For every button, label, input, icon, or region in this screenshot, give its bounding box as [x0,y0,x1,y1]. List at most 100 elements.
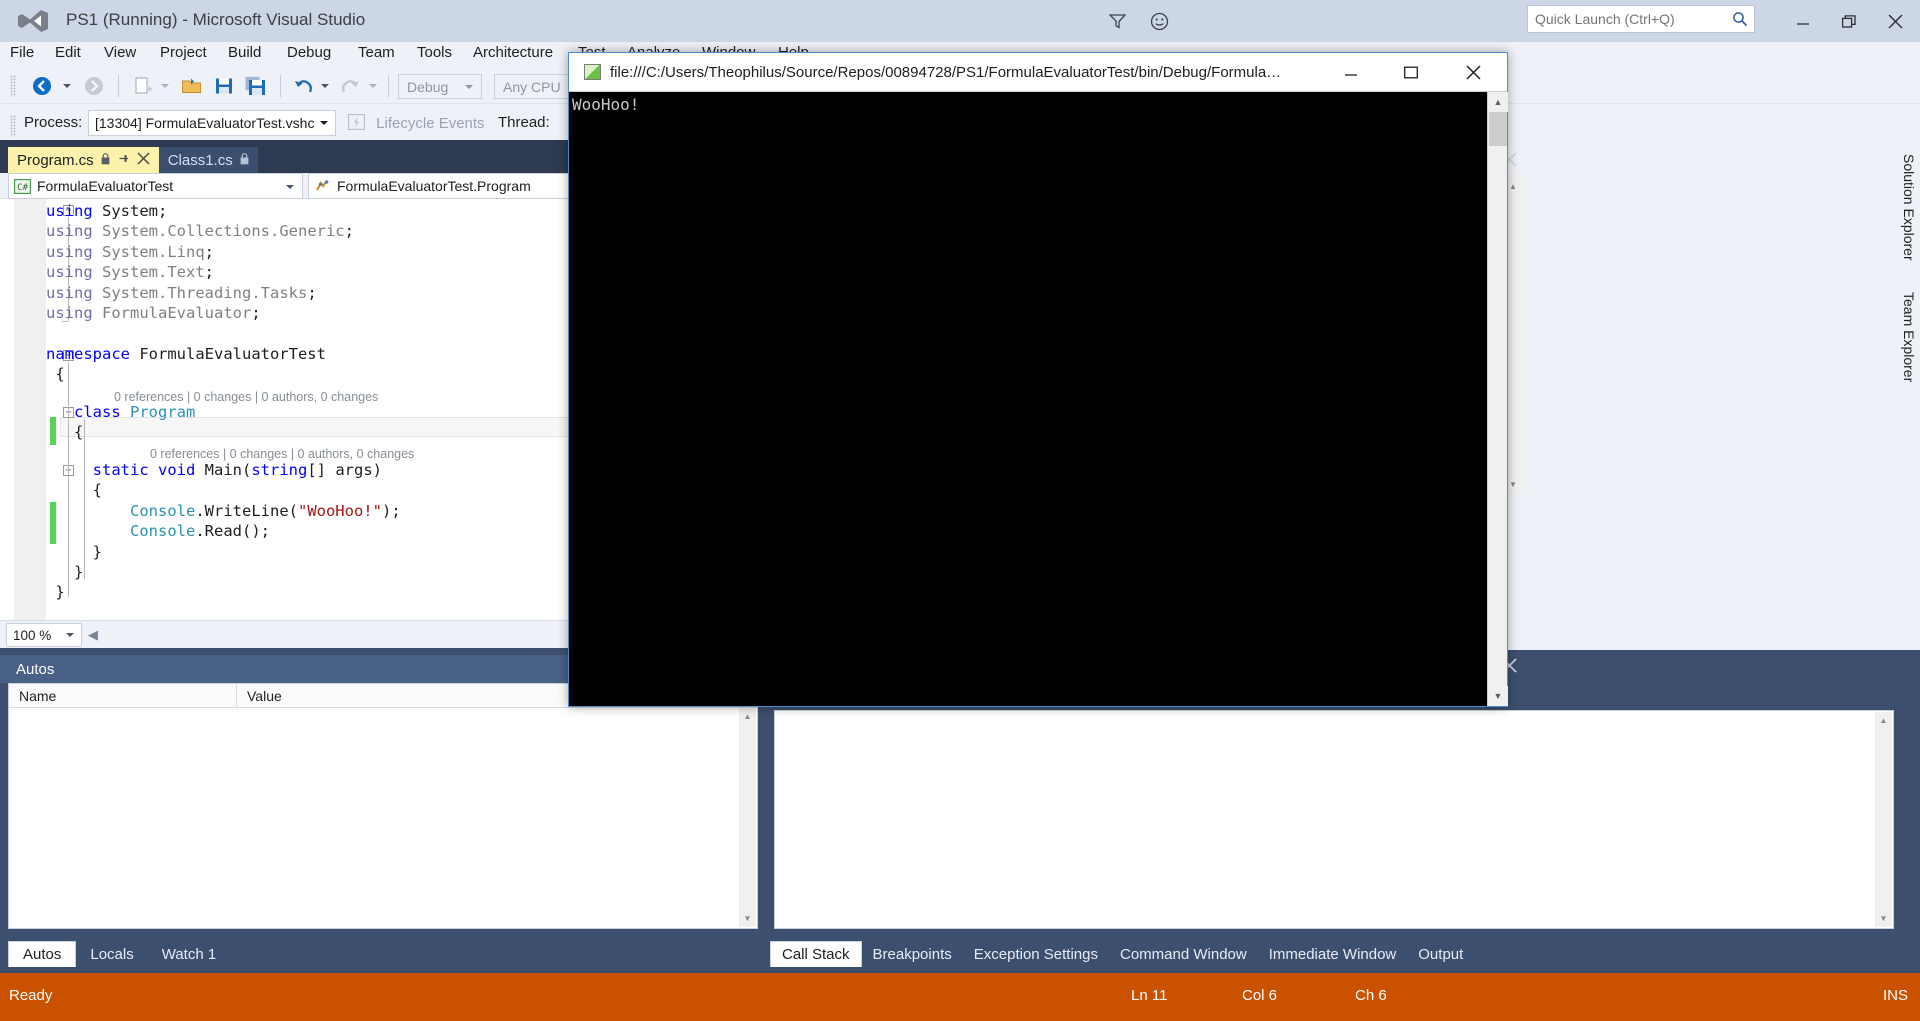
toolbar-separator-3 [388,75,389,97]
close-tab-icon[interactable] [137,151,150,169]
visual-studio-logo-icon [18,10,48,32]
thread-label: Thread: [498,114,550,131]
menu-debug[interactable]: Debug [287,44,331,66]
tab-call-stack[interactable]: Call Stack [770,941,862,967]
navbar-project-combo[interactable]: C# FormulaEvaluatorTest [8,173,303,199]
csharp-project-icon: C# [14,178,31,194]
autos-column-name[interactable]: Name [9,684,237,707]
quick-launch-input[interactable] [1535,7,1727,31]
console-minimize-button[interactable] [1327,53,1375,91]
console-scroll-thumb[interactable] [1489,112,1507,146]
status-column: Col 6 [1242,987,1278,1004]
status-bar: Ready Ln 11 Col 6 Ch 6 INS [0,973,1920,1021]
title-bar: PS1 (Running) - Microsoft Visual Studio [0,0,1920,42]
zoom-level-combo[interactable]: 100 % [6,623,82,647]
sidebar-item-solution-explorer[interactable]: Solution Explorer [1897,154,1917,261]
tab-breakpoints[interactable]: Breakpoints [862,941,963,967]
solution-configuration-value: Debug [407,78,449,95]
zoom-level-value: 100 % [13,627,52,643]
tab-watch-1[interactable]: Watch 1 [148,941,230,967]
pin-icon[interactable] [117,152,130,168]
process-combo[interactable]: [13304] FormulaEvaluatorTest.vshc [88,110,336,136]
quick-launch-box[interactable] [1527,5,1755,33]
scroll-down-arrow-icon[interactable]: ▼ [739,910,756,927]
class-members-icon [314,179,331,194]
status-insert-mode[interactable]: INS [1883,987,1908,1004]
autos-grid[interactable]: Name Value ▲ ▼ [8,683,758,929]
call-stack-vertical-scrollbar[interactable]: ▲ ▼ [1875,712,1892,927]
menu-tools[interactable]: Tools [417,44,452,66]
autos-vertical-scrollbar[interactable]: ▲ ▼ [739,708,756,927]
solution-platform-value: Any CPU [503,78,561,95]
toolbar-separator-2 [280,75,281,97]
svg-text:C#: C# [17,183,28,193]
menu-view[interactable]: View [104,44,136,66]
navigate-back-icon[interactable] [26,73,58,99]
console-maximize-button[interactable] [1387,53,1435,91]
call-stack-grid[interactable]: ▲ ▼ [774,710,1894,929]
menu-architecture[interactable]: Architecture [473,44,553,66]
console-window-title: file:///C:/Users/Theophilus/Source/Repos… [610,63,1290,81]
toolbar-separator [118,75,119,97]
console-scroll-down-icon[interactable]: ▼ [1488,686,1508,706]
editor-tab-strip: Program.cs Class1.cs [8,147,258,173]
tab-locals[interactable]: Locals [76,941,147,967]
menu-edit[interactable]: Edit [55,44,81,66]
tab-immediate-window[interactable]: Immediate Window [1258,941,1408,967]
sidebar-item-team-explorer[interactable]: Team Explorer [1897,292,1917,382]
redo-icon[interactable] [338,73,364,99]
navigate-back-dropdown[interactable] [60,73,74,99]
tab-autos[interactable]: Autos [8,941,77,967]
console-close-button[interactable] [1449,53,1497,91]
right-dock-strip: ▲ ▼ [1500,140,1894,673]
tab-class1-cs-label: Class1.cs [167,151,233,169]
minimize-button[interactable] [1780,0,1826,42]
scroll-up-arrow-icon[interactable]: ▲ [739,708,756,725]
console-scroll-up-icon[interactable]: ▲ [1488,92,1508,112]
status-ready: Ready [9,987,53,1004]
save-icon[interactable] [210,73,238,99]
solution-configuration-combo[interactable]: Debug [398,74,482,99]
save-all-icon[interactable] [242,73,270,99]
status-line: Ln 11 [1131,987,1168,1004]
toolbar-grip[interactable] [10,75,16,97]
console-output-area[interactable]: WooHoo! ▲ ▼ [569,91,1508,706]
visual-studio-window: PS1 (Running) - Microsoft Visual Studio … [0,0,1920,1021]
menu-file[interactable]: File [10,44,34,66]
navigate-forward-icon[interactable] [78,73,110,99]
feedback-smiley-icon[interactable] [1144,6,1174,36]
lifecycle-events-button[interactable]: Lifecycle Events [348,114,485,134]
new-project-dropdown[interactable] [158,73,172,99]
window-title: PS1 (Running) - Microsoft Visual Studio [66,10,366,29]
restore-button[interactable] [1826,0,1872,42]
status-char: Ch 6 [1355,987,1387,1004]
scroll-up-arrow-icon-2[interactable]: ▲ [1875,712,1892,729]
new-project-icon[interactable] [130,73,156,99]
horizontal-scroll-left-arrow[interactable]: ◀ [88,627,98,643]
undo-icon[interactable] [290,73,316,99]
debug-toolbar-grip[interactable] [10,115,16,137]
tab-program-cs[interactable]: Program.cs [8,147,159,173]
close-button[interactable] [1872,0,1918,42]
tab-output[interactable]: Output [1407,941,1474,967]
pin-lock-icon[interactable] [101,152,110,168]
tab-exception-settings[interactable]: Exception Settings [963,941,1109,967]
redo-dropdown[interactable] [366,73,380,99]
console-vertical-scrollbar[interactable]: ▲ ▼ [1487,92,1508,706]
pin-lock-icon-2[interactable] [240,152,249,168]
scroll-down-arrow-icon-2[interactable]: ▼ [1875,910,1892,927]
filter-funnel-icon[interactable] [1102,6,1132,36]
undo-dropdown[interactable] [318,73,332,99]
menu-project[interactable]: Project [160,44,207,66]
tab-class1-cs[interactable]: Class1.cs [158,147,258,173]
console-title-bar[interactable]: file:///C:/Users/Theophilus/Source/Repos… [569,53,1507,91]
tab-command-window[interactable]: Command Window [1109,941,1258,967]
console-window[interactable]: file:///C:/Users/Theophilus/Source/Repos… [568,52,1508,707]
autos-title: Autos [16,660,55,678]
lifecycle-events-label: Lifecycle Events [376,115,485,132]
tab-program-cs-label: Program.cs [17,151,94,169]
menu-team[interactable]: Team [358,44,395,66]
search-magnifier-icon[interactable] [1732,11,1748,32]
menu-build[interactable]: Build [228,44,261,66]
open-file-folder-icon[interactable] [178,73,206,99]
